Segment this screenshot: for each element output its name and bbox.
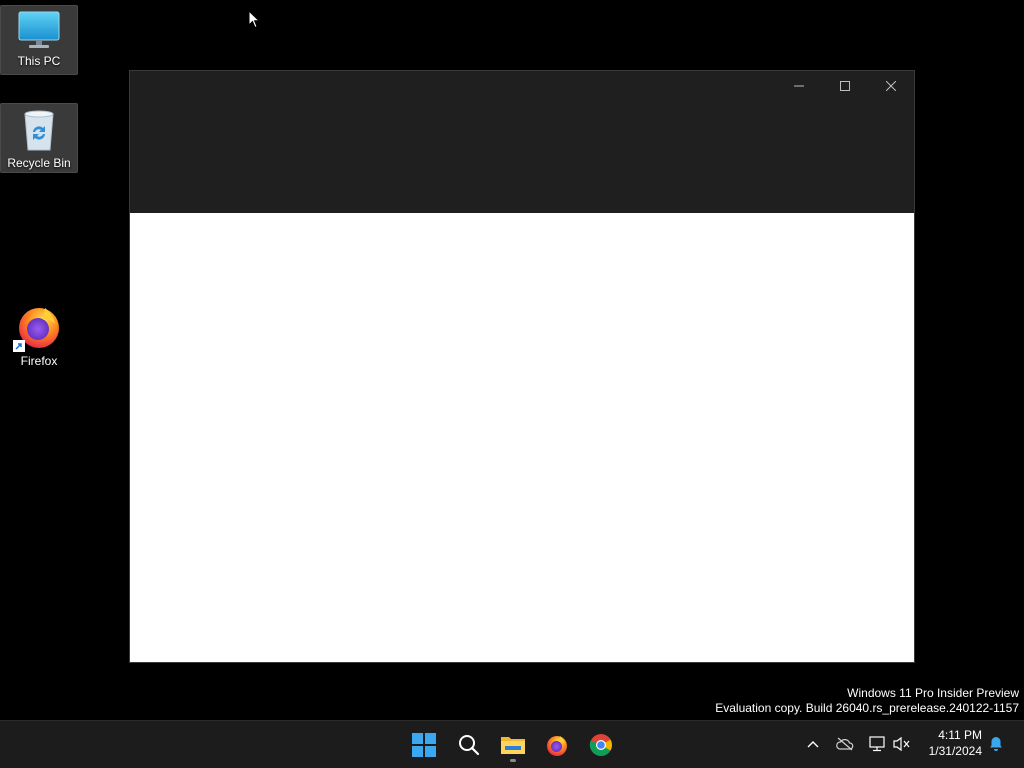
volume-tray-button[interactable] bbox=[891, 733, 913, 755]
maximize-button[interactable] bbox=[822, 71, 868, 101]
taskbar-clock[interactable]: 4:11 PM 1/31/2024 bbox=[929, 727, 982, 759]
firefox-icon bbox=[13, 302, 63, 352]
desktop-icon-label: This PC bbox=[17, 54, 61, 68]
desktop-icon-recycle-bin[interactable]: Recycle Bin bbox=[0, 103, 78, 173]
onedrive-icon bbox=[836, 737, 854, 751]
running-indicator bbox=[510, 759, 516, 762]
desktop-icon-label: Firefox bbox=[20, 354, 58, 368]
start-button[interactable] bbox=[406, 727, 442, 763]
maximize-icon bbox=[840, 81, 850, 91]
chrome-icon bbox=[589, 734, 612, 756]
chevron-up-icon bbox=[807, 741, 819, 748]
close-button[interactable] bbox=[868, 71, 914, 101]
clock-date: 1/31/2024 bbox=[928, 744, 982, 758]
desktop-icon-label: Recycle Bin bbox=[7, 156, 71, 170]
folder-icon bbox=[501, 737, 525, 754]
desktop-icon-firefox[interactable]: Firefox bbox=[0, 298, 78, 370]
minimize-icon bbox=[794, 85, 804, 87]
watermark-line-2: Evaluation copy. Build 26040.rs_prerelea… bbox=[715, 701, 1019, 715]
taskbar: 4:11 PM 1/31/2024 bbox=[0, 720, 1024, 768]
volume-muted-icon bbox=[893, 736, 910, 752]
app-window[interactable] bbox=[129, 70, 915, 663]
watermark-line-1: Windows 11 Pro Insider Preview bbox=[847, 686, 1019, 700]
show-hidden-icons-button[interactable] bbox=[802, 733, 824, 755]
network-icon bbox=[869, 736, 885, 752]
recycle-bin-icon bbox=[17, 108, 61, 152]
windows-start-icon bbox=[412, 733, 436, 757]
onedrive-tray-button[interactable] bbox=[834, 733, 856, 755]
shortcut-arrow-icon bbox=[13, 340, 25, 352]
windows-watermark: Windows 11 Pro Insider Preview Evaluatio… bbox=[715, 686, 1019, 716]
mouse-cursor-icon bbox=[248, 9, 261, 34]
close-icon bbox=[886, 81, 896, 91]
monitor-icon bbox=[17, 10, 61, 50]
window-titlebar[interactable] bbox=[130, 71, 914, 213]
notification-center-button[interactable] bbox=[985, 733, 1007, 755]
firefox-taskbar-button[interactable] bbox=[539, 727, 575, 763]
bell-icon bbox=[990, 737, 1002, 751]
file-explorer-button[interactable] bbox=[495, 727, 531, 763]
window-content[interactable] bbox=[130, 213, 914, 662]
network-tray-button[interactable] bbox=[866, 733, 888, 755]
desktop: This PC Recycle Bin Firefox Windows 11 P… bbox=[0, 0, 1024, 720]
chrome-taskbar-button[interactable] bbox=[583, 727, 619, 763]
minimize-button[interactable] bbox=[776, 71, 822, 101]
clock-time: 4:11 PM bbox=[938, 728, 982, 742]
search-button[interactable] bbox=[451, 727, 487, 763]
desktop-icon-this-pc[interactable]: This PC bbox=[0, 5, 78, 75]
search-icon bbox=[459, 735, 480, 756]
firefox-icon bbox=[547, 736, 567, 756]
